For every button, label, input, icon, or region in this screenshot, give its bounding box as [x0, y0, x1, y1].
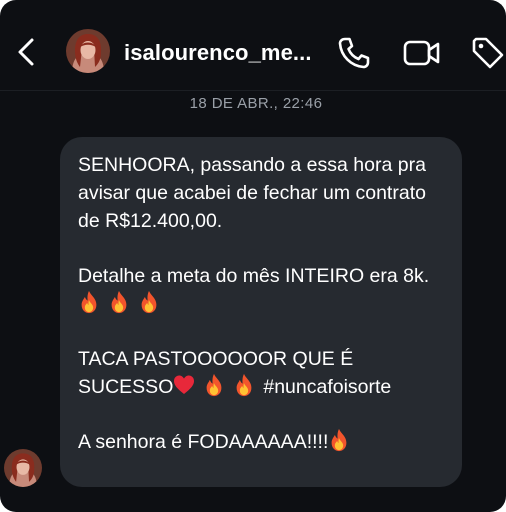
fire-emoji-icon: [108, 290, 130, 314]
avatar[interactable]: [66, 29, 110, 73]
chat-window: isalourenco_me... 18 DE ABR., 22:46 SENH…: [0, 0, 506, 512]
avatar-image: [66, 29, 110, 73]
message-paragraph-1: SENHOORA, passando a essa hora pra avisa…: [78, 154, 426, 232]
sender-avatar-image: [4, 449, 42, 487]
back-icon[interactable]: [12, 34, 40, 70]
username[interactable]: isalourenco_me...: [124, 40, 312, 66]
tag-icon[interactable]: [470, 35, 506, 71]
message-timestamp: 18 DE ABR., 22:46: [189, 95, 323, 112]
hashtag: #nuncafoisorte: [263, 376, 392, 398]
message-text: Detalhe a meta do mês INTEIRO era 8k.: [78, 265, 430, 287]
message-text: A senhora é FODAAAAAA!!!!: [78, 431, 329, 453]
chat-header: isalourenco_me...: [0, 0, 506, 91]
phone-icon[interactable]: [336, 35, 372, 71]
fire-emoji-icon: [138, 290, 160, 314]
fire-emoji-icon: [328, 428, 350, 452]
video-icon[interactable]: [402, 35, 442, 71]
sender-avatar[interactable]: [4, 449, 42, 487]
message-bubble[interactable]: SENHOORA, passando a essa hora pra avisa…: [60, 137, 462, 487]
fire-emoji-icon: [78, 290, 100, 314]
message-paragraph-3: TACA PASTOOOOOOR QUE É SUCESSO #nuncafois…: [78, 345, 446, 401]
fire-emoji-icon: [203, 373, 225, 397]
message-paragraph-2: Detalhe a meta do mês INTEIRO era 8k.: [78, 262, 446, 318]
fire-emoji-icon: [233, 373, 255, 397]
heart-emoji-icon: [174, 375, 195, 394]
message-paragraph-4: A senhora é FODAAAAAA!!!!: [78, 428, 446, 456]
